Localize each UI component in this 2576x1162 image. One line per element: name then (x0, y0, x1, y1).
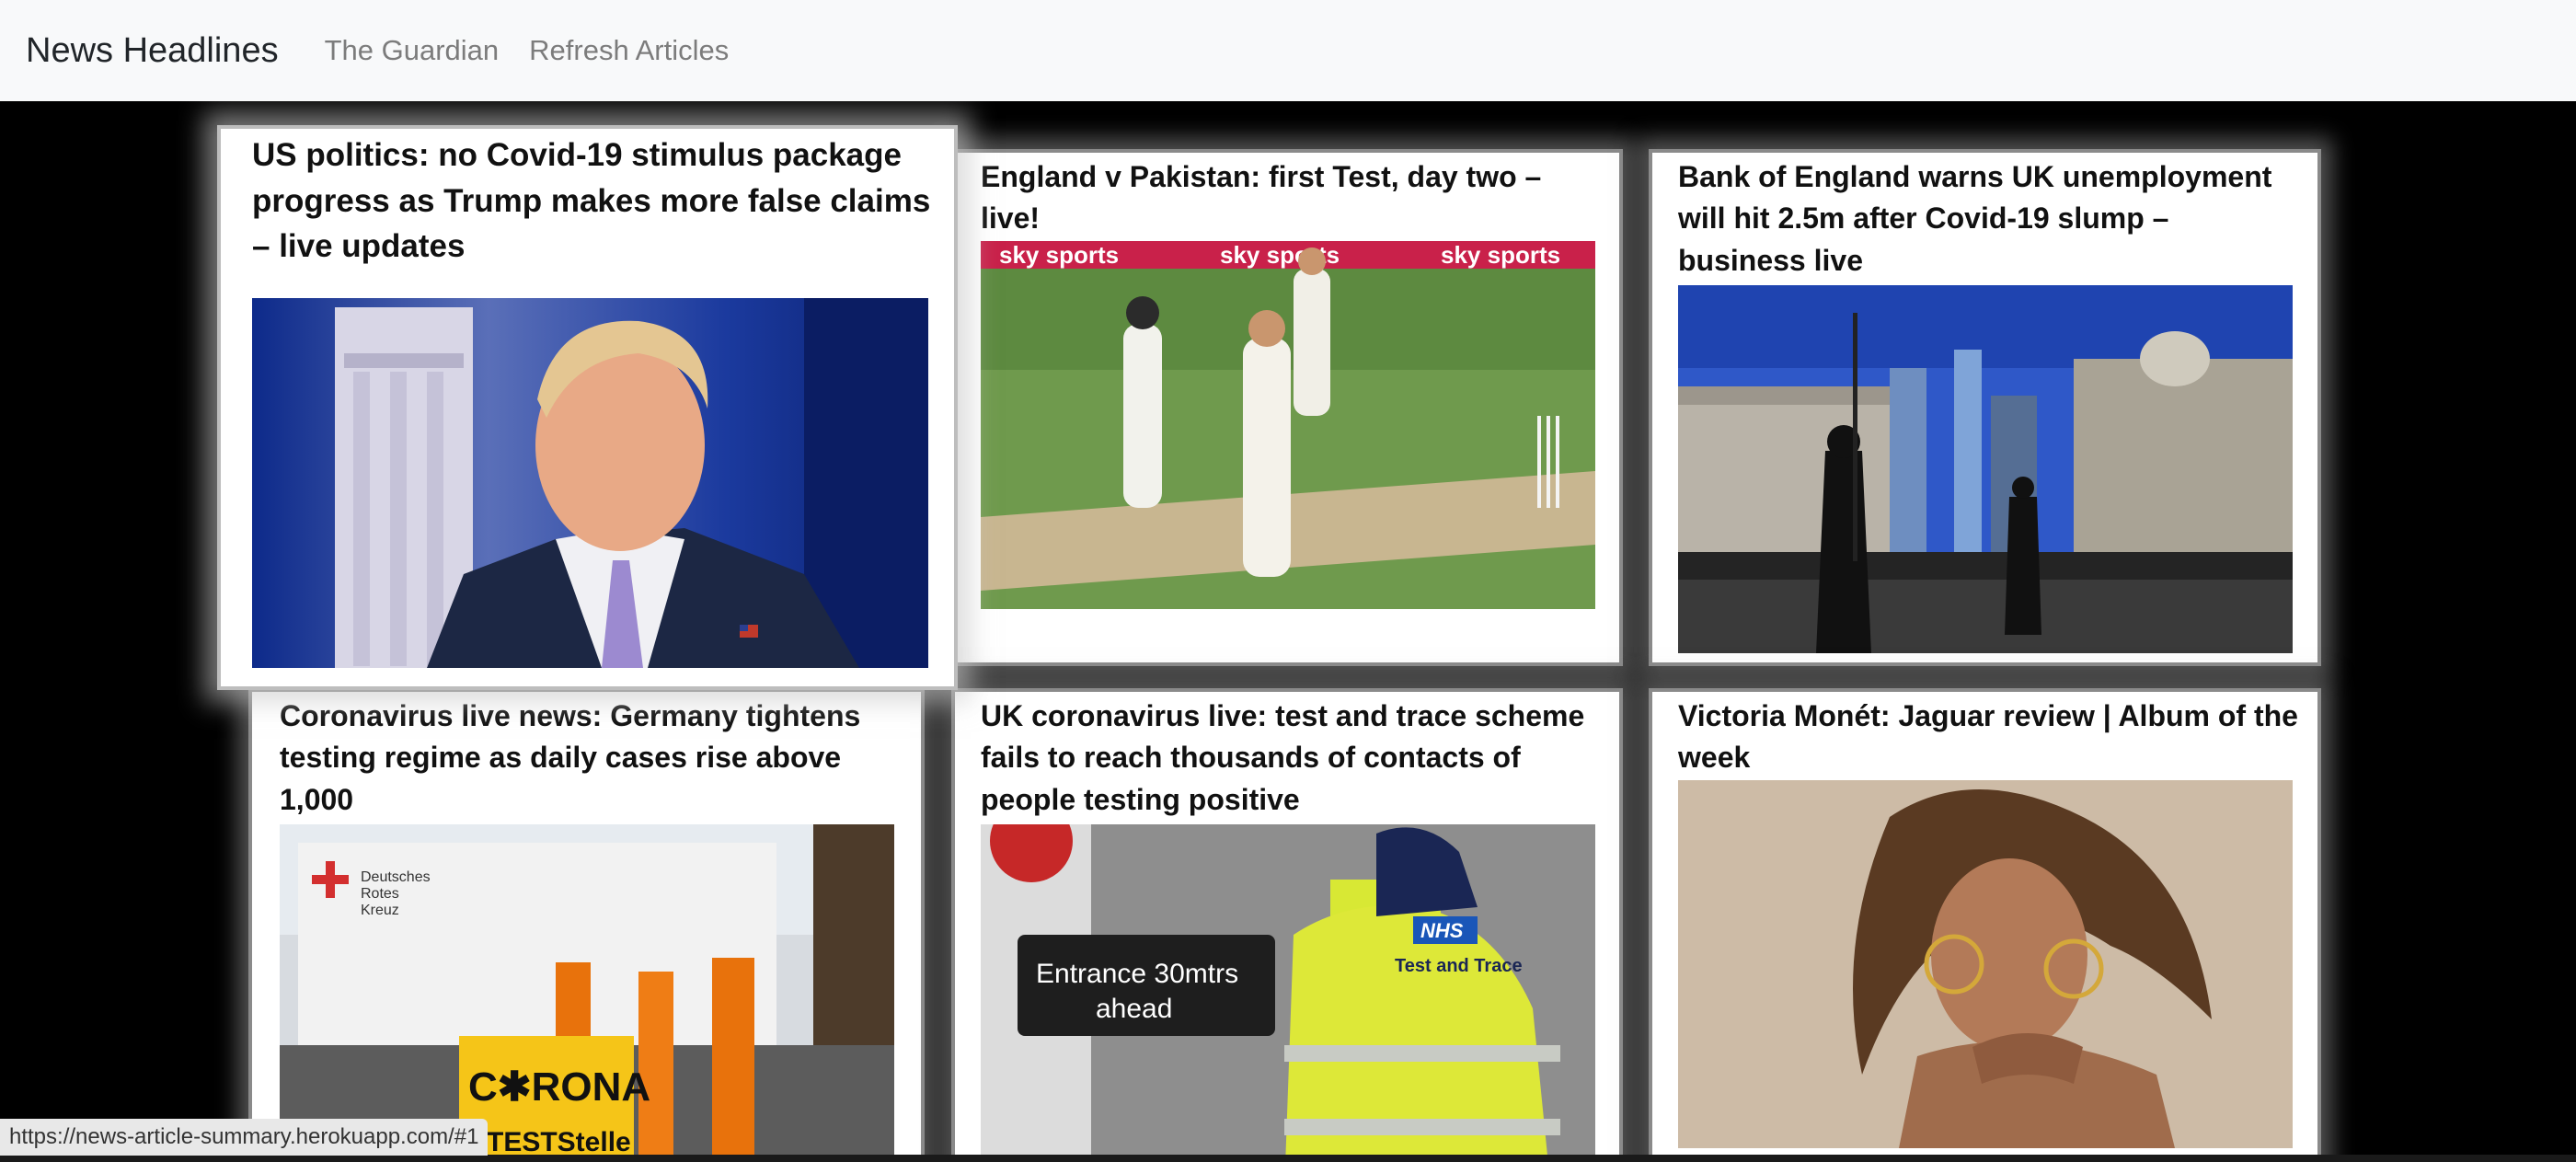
navbar-brand[interactable]: News Headlines (26, 31, 279, 71)
articles-grid: US politics: no Covid-19 stimulus packag… (0, 101, 2576, 1155)
article-card[interactable]: Victoria Monét: Jaguar review | Album of… (1649, 688, 2321, 1155)
article-title[interactable]: Coronavirus live news: Germany tightens … (280, 696, 905, 821)
article-card[interactable]: Coronavirus live news: Germany tightens … (248, 688, 925, 1155)
svg-text:TESTStelle: TESTStelle (487, 1127, 631, 1155)
trump-portrait-image (252, 298, 928, 668)
article-title[interactable]: England v Pakistan: first Test, day two … (981, 156, 1606, 240)
top-navbar: News Headlines The Guardian Refresh Arti… (0, 0, 2576, 101)
bank-of-england-image (1678, 285, 2293, 653)
entrance-sign-text: Entrance 30mtrs (1036, 959, 1238, 989)
article-card[interactable]: US politics: no Covid-19 stimulus packag… (217, 125, 958, 690)
browser-bottom-strip (0, 1155, 2576, 1162)
article-image: Entrance 30mtrs ahead NHS Test and Trace (981, 824, 1595, 1155)
red-cross-text: Deutsches (361, 869, 431, 885)
nhs-logo-text: NHS (1420, 919, 1464, 942)
article-card[interactable]: UK coronavirus live: test and trace sche… (951, 688, 1623, 1155)
article-title[interactable]: Victoria Monét: Jaguar review | Album of… (1678, 696, 2304, 779)
svg-text:sky sports: sky sports (1441, 241, 1560, 269)
cricket-match-image: sky sports sky sports sky sports (981, 241, 1595, 609)
article-title[interactable]: UK coronavirus live: test and trace sche… (981, 696, 1616, 821)
svg-text:ahead: ahead (1096, 994, 1172, 1024)
nav-link-refresh-articles[interactable]: Refresh Articles (529, 34, 729, 67)
sky-sports-banner: sky sports (999, 241, 1119, 269)
status-bar-url: https://news-article-summary.herokuapp.c… (0, 1119, 489, 1156)
article-image (252, 298, 928, 668)
article-card[interactable]: England v Pakistan: first Test, day two … (951, 149, 1623, 666)
nav-link-the-guardian[interactable]: The Guardian (325, 34, 500, 67)
article-image: Deutsches Rotes Kreuz C✱RONA TESTStelle (280, 824, 894, 1155)
article-image (1678, 285, 2293, 653)
svg-text:Kreuz: Kreuz (361, 903, 399, 918)
nhs-test-and-trace-image: Entrance 30mtrs ahead NHS Test and Trace (981, 824, 1595, 1155)
corona-test-station-image: Deutsches Rotes Kreuz C✱RONA TESTStelle (280, 824, 894, 1155)
victoria-monet-portrait-image (1678, 780, 2293, 1148)
article-image (1678, 780, 2293, 1148)
article-card[interactable]: Bank of England warns UK unemployment wi… (1649, 149, 2321, 666)
article-image: sky sports sky sports sky sports (981, 241, 1595, 609)
article-title[interactable]: US politics: no Covid-19 stimulus packag… (252, 132, 933, 270)
corona-sign-text: C✱RONA (468, 1064, 650, 1110)
svg-text:Rotes: Rotes (361, 886, 399, 902)
svg-text:Test and Trace: Test and Trace (1395, 956, 1523, 976)
article-title[interactable]: Bank of England warns UK unemployment wi… (1678, 156, 2304, 282)
